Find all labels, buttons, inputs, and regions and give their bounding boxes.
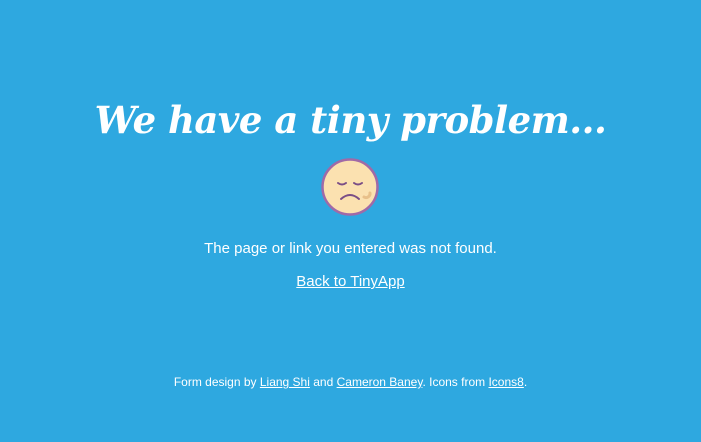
footer-credits: Form design by Liang Shi and Cameron Ban… xyxy=(0,374,701,390)
error-headline: We have a tiny problem... xyxy=(94,98,607,142)
error-page: We have a tiny problem... The page or li… xyxy=(0,0,701,442)
footer-icons-text: . Icons from xyxy=(422,375,489,389)
footer-suffix: . xyxy=(523,375,528,389)
footer-prefix: Form design by xyxy=(173,375,260,389)
back-to-tinyapp-link[interactable]: Back to TinyApp xyxy=(296,273,404,290)
back-link-container: Back to TinyApp xyxy=(0,272,701,292)
author-link-liang-shi[interactable]: Liang Shi xyxy=(260,375,310,389)
icons8-link[interactable]: Icons8 xyxy=(488,375,523,389)
author-link-cameron-baney[interactable]: Cameron Baney xyxy=(337,375,423,389)
footer-and: and xyxy=(309,375,337,389)
not-found-message: The page or link you entered was not fou… xyxy=(204,240,497,257)
sad-face-icon xyxy=(320,157,380,217)
